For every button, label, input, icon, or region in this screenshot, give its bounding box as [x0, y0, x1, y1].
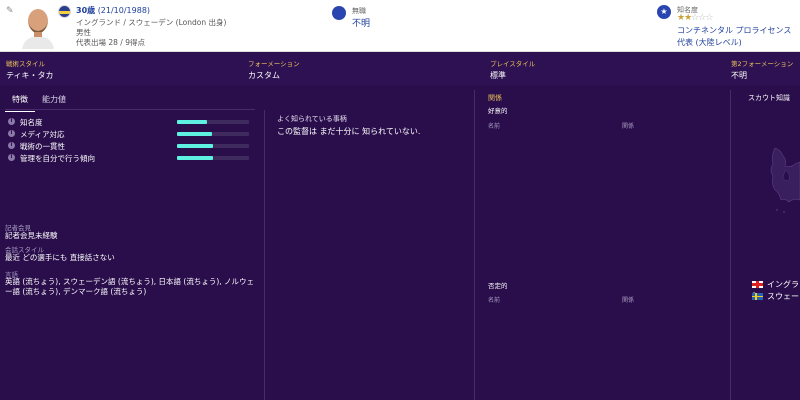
age-dob: 30歳 (21/10/1988) — [76, 6, 151, 15]
caps-text: 代表出場 28 / 9得点 — [76, 38, 145, 47]
club-label: 無職 — [352, 7, 366, 15]
info-strip: 戦術スタイル ティキ・タカ フォーメーション カスタム プレイスタイル 標準 第… — [0, 52, 800, 85]
info-icon[interactable]: i — [8, 118, 15, 125]
tab-divider — [5, 109, 255, 110]
star-empty-icon: ☆ — [705, 13, 713, 23]
nationality-flag-icon — [58, 5, 71, 18]
disliked-col-name[interactable]: 名前 — [488, 295, 500, 304]
star-badge-icon: ★ — [657, 5, 671, 19]
reputation-stars: ★★☆☆☆ — [677, 13, 713, 23]
attribute-label: 戦術の一貫性 — [20, 142, 65, 151]
tactical-style-label: 戦術スタイル — [6, 60, 45, 68]
favored-col-relation[interactable]: 関係 — [622, 121, 634, 130]
info-icon[interactable]: i — [8, 142, 15, 149]
known-facts-text: この監督は まだ十分に 知られていない. — [277, 127, 421, 136]
scout-country-row[interactable]: スウェー — [752, 291, 799, 302]
attribute-label: 管理を自分で行う傾向 — [20, 154, 95, 163]
disliked-label: 否定的 — [488, 282, 508, 290]
attribute-bar-fill — [177, 156, 213, 160]
attribute-bar-fill — [177, 132, 212, 136]
info-icon[interactable]: i — [8, 130, 15, 137]
license-text: コンチネンタル プロライセンス — [677, 26, 792, 35]
attribute-row: i 戦術の一貫性 — [8, 141, 258, 151]
favored-label: 好意的 — [488, 107, 508, 115]
attribute-bar — [177, 156, 249, 160]
national-level-text: 代表 (大陸レベル) — [677, 38, 742, 47]
favored-col-name[interactable]: 名前 — [488, 121, 500, 130]
attribute-bar — [177, 132, 249, 136]
attribute-bar — [177, 120, 249, 124]
attribute-row: i 管理を自分で行う傾向 — [8, 153, 258, 163]
england-flag-icon — [752, 281, 763, 288]
scout-map — [770, 147, 800, 213]
relations-title: 関係 — [488, 94, 502, 102]
press-conference-value: 記者会見未経験 — [5, 231, 58, 240]
attribute-bar — [177, 144, 249, 148]
formation-label: フォーメーション — [248, 60, 300, 68]
playing-style-value: 標準 — [490, 71, 506, 80]
formation-value: カスタム — [248, 71, 280, 80]
club-value[interactable]: 不明 — [352, 16, 370, 29]
profile-header: ✎ 30歳 (21/10/1988) イングランド / スウェーデン (Lond… — [0, 0, 800, 52]
second-formation-label: 第2フォーメーション — [731, 60, 794, 68]
club-icon — [332, 6, 346, 20]
column-divider — [474, 90, 475, 400]
second-formation-value: 不明 — [731, 71, 747, 80]
attribute-label: メディア対応 — [20, 130, 65, 139]
column-divider — [730, 90, 731, 400]
playing-style: プレイスタイル 標準 — [490, 58, 535, 81]
attribute-bar-fill — [177, 120, 208, 124]
known-facts-title: よく知られている事柄 — [277, 115, 347, 123]
formation: フォーメーション カスタム — [248, 58, 300, 81]
info-icon[interactable]: i — [8, 154, 15, 161]
disliked-col-relation[interactable]: 関係 — [622, 295, 634, 304]
tactical-style: 戦術スタイル ティキ・タカ — [6, 58, 54, 81]
second-formation: 第2フォーメーション 不明 — [731, 58, 793, 81]
scout-country-name: スウェー — [767, 292, 799, 301]
scout-knowledge-title: スカウト知識 — [748, 94, 790, 102]
languages-value: 英語 (流ちょう), スウェーデン語 (流ちょう), 日本語 (流ちょう), ノ… — [5, 277, 255, 296]
attribute-row: i 知名度 — [8, 117, 258, 127]
nationality-text: イングランド / スウェーデン (London 出身) — [76, 18, 227, 27]
attribute-bar-fill — [177, 144, 213, 148]
sweden-flag-icon — [752, 293, 763, 300]
talk-style-value: 最近 どの選手にも 直接話さない — [5, 253, 115, 262]
attribute-row: i メディア対応 — [8, 129, 258, 139]
edit-icon[interactable]: ✎ — [6, 6, 14, 16]
attribute-label: 知名度 — [20, 118, 43, 127]
column-divider — [264, 110, 265, 400]
tactical-style-value: ティキ・タカ — [6, 71, 54, 80]
avatar — [22, 9, 54, 49]
playing-style-label: プレイスタイル — [490, 60, 536, 68]
